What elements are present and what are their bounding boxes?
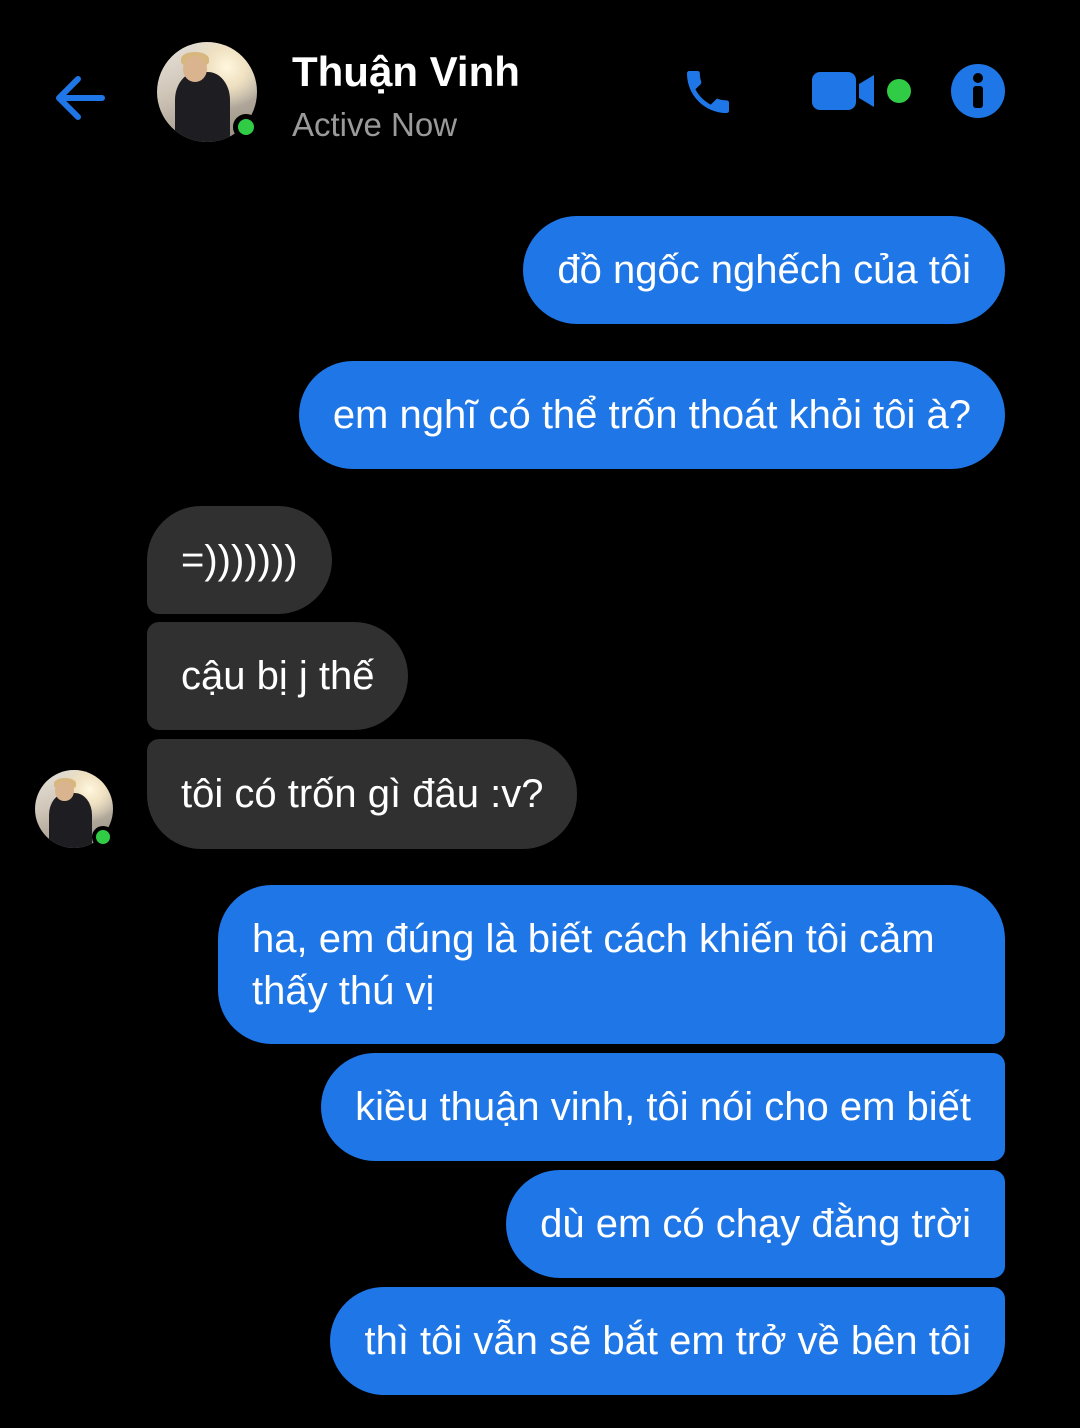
contact-avatar[interactable] [157,42,259,142]
message-text: em nghĩ có thể trốn thoát khỏi tôi à? [332,393,971,437]
message-text: thì tôi vẫn sẽ bắt em trở về bên tôi [364,1319,971,1363]
sender-avatar[interactable] [35,770,114,848]
message-bubble-received[interactable]: tôi có trốn gì đâu :v? [147,739,578,849]
online-status-indicator [233,114,259,140]
contact-name[interactable]: Thuận Vinh [292,48,520,96]
message-text: cậu bị j thế [181,654,375,698]
message-bubble-sent[interactable]: ha, em đúng là biết cách khiến tôi cảm t… [218,885,1005,1044]
video-camera-icon [812,72,874,110]
message-bubble-received[interactable]: =))))))) [147,506,332,614]
message-bubble-sent[interactable]: đồ ngốc nghếch của tôi [523,216,1005,324]
message-text: ha, em đúng là biết cách khiến tôi cảm t… [252,916,935,1013]
message-text: đồ ngốc nghếch của tôi [557,248,971,292]
message-bubble-received[interactable]: cậu bị j thế [147,622,409,730]
message-bubble-sent[interactable]: thì tôi vẫn sẽ bắt em trở về bên tôi [330,1287,1005,1395]
back-button[interactable] [50,70,110,126]
message-text: tôi có trốn gì đâu :v? [181,772,544,816]
back-arrow-icon [56,76,105,120]
video-call-button[interactable] [810,68,876,114]
message-text: dù em có chạy đằng trời [540,1202,971,1246]
message-bubble-sent[interactable]: dù em có chạy đằng trời [506,1170,1005,1278]
message-bubble-sent[interactable]: kiều thuận vinh, tôi nói cho em biết [321,1053,1005,1161]
message-text: kiều thuận vinh, tôi nói cho em biết [355,1085,971,1129]
info-icon [951,64,1005,118]
phone-icon [687,71,729,113]
active-status: Active Now [292,106,458,143]
message-text: =))))))) [181,538,298,582]
online-status-indicator [92,826,114,848]
voice-call-button[interactable] [680,64,736,120]
video-active-dot [887,79,911,103]
message-bubble-sent[interactable]: em nghĩ có thể trốn thoát khỏi tôi à? [298,361,1005,469]
info-button[interactable] [950,63,1006,119]
conversation-header: Thuận Vinh Active Now [0,0,1080,190]
